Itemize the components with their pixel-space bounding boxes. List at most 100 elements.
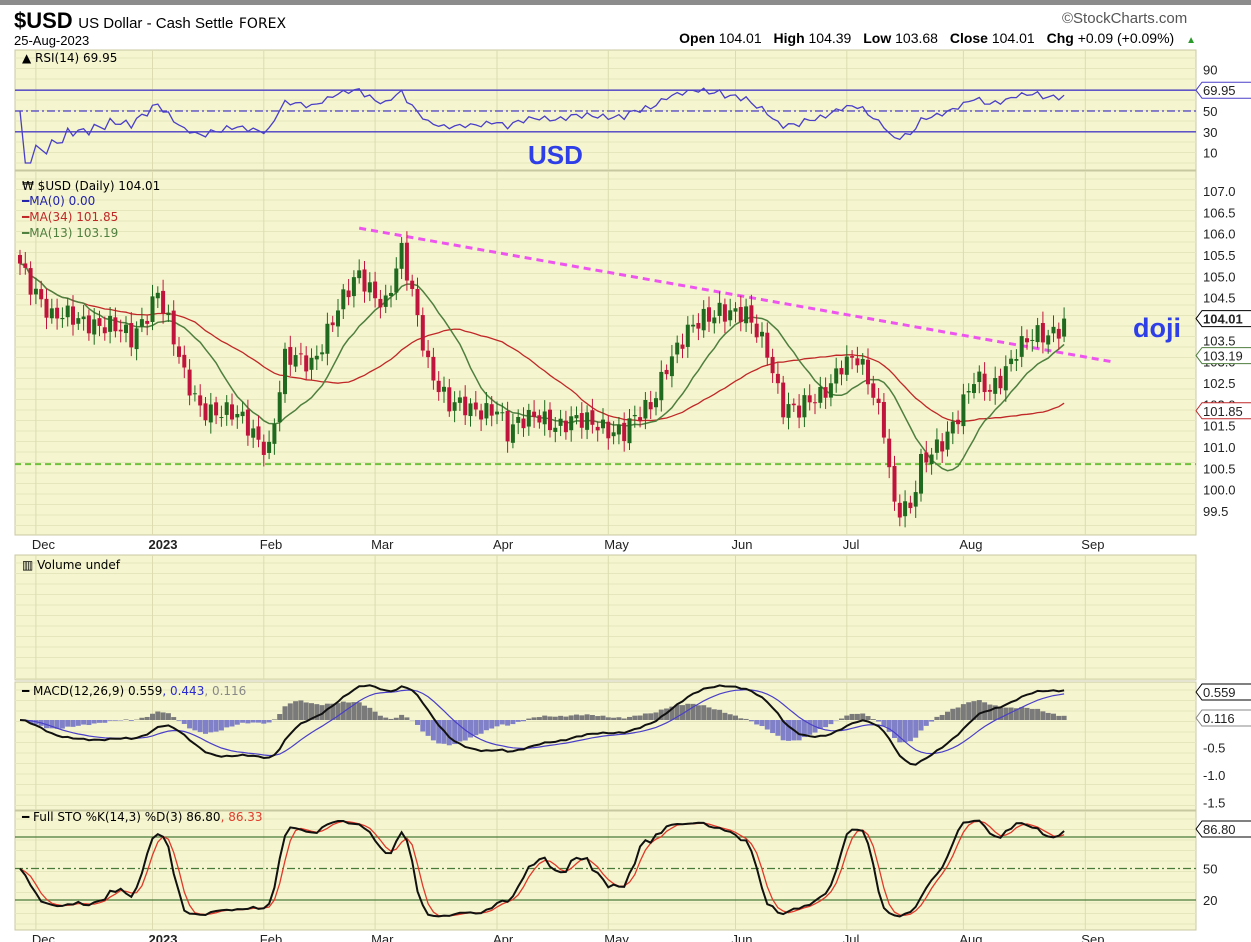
candle-body [940, 441, 945, 452]
candle-body [293, 355, 298, 367]
candle-body [537, 415, 542, 423]
price-axis-label: 101.5 [1203, 419, 1236, 434]
candle-body [733, 308, 738, 312]
macd-axis-label: -1.0 [1203, 768, 1225, 783]
macd-histogram-bar [483, 720, 489, 731]
candle-body [569, 416, 574, 431]
macd-histogram-bar [976, 700, 982, 720]
candle-body [330, 322, 335, 326]
macd-histogram-bar [579, 715, 585, 720]
month-label-2023: 2023 [149, 537, 178, 552]
candle-body [648, 402, 653, 410]
volume-legend-part: ▥ Volume undef [22, 558, 121, 572]
candle-body [548, 409, 552, 431]
candle-body [351, 277, 356, 297]
candle-body [479, 410, 484, 420]
candle-body [961, 394, 966, 427]
macd-histogram-bar [446, 720, 452, 746]
macd-histogram-bar [743, 718, 749, 720]
candle-body [897, 502, 902, 518]
candle-body [669, 356, 674, 377]
candle-body [304, 355, 309, 372]
macd-hist-tag: 0.116 [1203, 711, 1235, 726]
candle-body [1014, 359, 1019, 361]
macd-histogram-bar [648, 713, 654, 720]
month-label-May: May [604, 537, 629, 552]
month-label-Mar: Mar [371, 537, 394, 552]
month-label-bottom-Mar: Mar [371, 932, 394, 942]
candle-body [346, 290, 351, 298]
macd-histogram-bar [759, 720, 765, 727]
macd-histogram-bar [293, 701, 299, 720]
candle-body [277, 392, 282, 423]
macd-histogram-bar [377, 715, 383, 720]
macd-axis-label: -1.5 [1203, 796, 1225, 811]
month-label-bottom-Apr: Apr [493, 932, 514, 942]
macd-histogram-bar [208, 720, 214, 733]
month-label-Dec: Dec [32, 537, 56, 552]
month-label-Jun: Jun [732, 537, 753, 552]
candle-body [754, 323, 759, 338]
macd-histogram-bar [865, 716, 871, 720]
macd-histogram-bar [552, 716, 558, 720]
macd-histogram-bar [266, 720, 272, 723]
candle-body [145, 320, 150, 324]
macd-histogram-bar [939, 714, 945, 720]
candle-body [198, 395, 203, 406]
candle-body [436, 380, 441, 393]
candle-body [341, 289, 346, 310]
macd-histogram-bar [383, 717, 389, 720]
candle-body [659, 371, 664, 401]
candle-body [1051, 326, 1056, 334]
macd-histogram-bar [234, 720, 240, 725]
candle-body [712, 317, 717, 324]
macd-histogram-bar [605, 717, 611, 720]
macd-histogram-bar [902, 720, 908, 743]
candle-body [71, 306, 75, 325]
candle-body [728, 310, 733, 321]
macd-legend-part: , 0.116 [204, 684, 246, 698]
candle-body [1003, 366, 1008, 391]
candle-body [945, 431, 950, 450]
month-label-Sep: Sep [1081, 537, 1104, 552]
macd-histogram-bar [271, 719, 277, 720]
macd-histogram-bar [860, 713, 866, 720]
candle-body [797, 405, 802, 418]
candle-body [510, 424, 515, 443]
candle-body [850, 356, 855, 358]
candle-body [214, 402, 219, 416]
macd-histogram-bar [388, 718, 394, 720]
macd-histogram-bar [934, 716, 940, 720]
candle-body [950, 421, 955, 434]
candle-body [102, 327, 107, 334]
candle-body [579, 413, 584, 428]
candle-body [108, 315, 113, 332]
candle-body [563, 420, 568, 433]
macd-histogram-bar [547, 716, 553, 720]
candle-body [749, 305, 754, 323]
macd-histogram-bar [112, 720, 118, 721]
macd-histogram-bar [356, 702, 362, 720]
candle-body [1056, 328, 1061, 339]
candle-body [415, 288, 420, 316]
macd-histogram-bar [123, 719, 129, 720]
rsi-tag: 69.95 [1203, 83, 1236, 98]
macd-histogram-bar [102, 720, 108, 723]
candle-body [298, 353, 303, 355]
macd-histogram-bar [584, 714, 590, 720]
macd-histogram-bar [91, 720, 97, 724]
price-axis-label: 99.5 [1203, 504, 1228, 519]
macd-legend-part: , 0.443 [162, 684, 204, 698]
macd-histogram-bar [611, 717, 617, 720]
macd-histogram-bar [420, 720, 426, 732]
macd-histogram-bar [362, 705, 367, 720]
candle-body [823, 387, 828, 398]
candle-body [908, 502, 913, 509]
volume-legend: ▥ Volume undef [22, 558, 121, 572]
month-label-bottom-Jun: Jun [732, 932, 753, 942]
candle-body [261, 441, 266, 455]
macd-histogram-bar [155, 711, 161, 720]
candle-body [664, 369, 669, 375]
macd-histogram-bar [876, 720, 882, 722]
candle-body [256, 426, 261, 440]
